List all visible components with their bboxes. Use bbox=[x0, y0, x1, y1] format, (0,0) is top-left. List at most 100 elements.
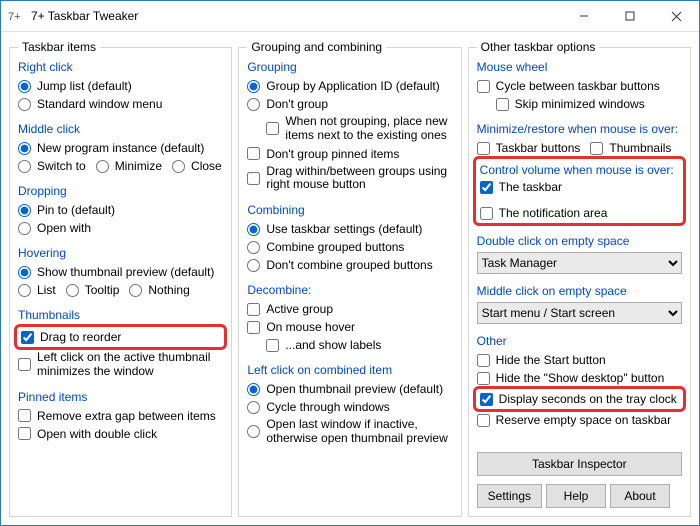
open-last-window-radio[interactable] bbox=[247, 425, 260, 438]
thumbnails-checkbox[interactable] bbox=[590, 142, 603, 155]
cycle-taskbar-buttons-text: Cycle between taskbar buttons bbox=[496, 79, 660, 93]
help-button[interactable]: Help bbox=[546, 484, 606, 508]
drag-reorder-text: Drag to reorder bbox=[40, 330, 121, 344]
use-taskbar-settings-radio[interactable] bbox=[247, 223, 260, 236]
decombine-label: Decombine: bbox=[247, 283, 452, 297]
other-label: Other bbox=[477, 334, 682, 348]
middle-click-minimize-radio[interactable] bbox=[96, 160, 109, 173]
settings-button[interactable]: Settings bbox=[477, 484, 542, 508]
active-group-text: Active group bbox=[266, 302, 333, 316]
control-volume-highlight: Control volume when mouse is over: The t… bbox=[473, 156, 686, 226]
content-area: Taskbar items Right click Jump list (def… bbox=[1, 32, 699, 525]
combine-grouped-radio[interactable] bbox=[247, 241, 260, 254]
other-taskbar-options-group: Other taskbar options Mouse wheel Cycle … bbox=[468, 40, 691, 517]
hide-show-desktop-checkbox[interactable] bbox=[477, 372, 490, 385]
open-double-click-text: Open with double click bbox=[37, 427, 157, 441]
left-click-active-thumb-checkbox[interactable] bbox=[18, 358, 31, 371]
open-last-window-text: Open last window if inactive, otherwise … bbox=[266, 418, 452, 446]
thumbnails-text: Thumbnails bbox=[609, 141, 671, 155]
grouping-combining-legend: Grouping and combining bbox=[247, 40, 386, 54]
group-by-app-id-text: Group by Application ID (default) bbox=[266, 79, 439, 93]
hovering-nothing-text: Nothing bbox=[148, 283, 189, 297]
use-taskbar-settings-text: Use taskbar settings (default) bbox=[266, 222, 422, 236]
dont-group-radio[interactable] bbox=[247, 98, 260, 111]
hovering-list-radio[interactable] bbox=[18, 284, 31, 297]
taskbar-items-legend: Taskbar items bbox=[18, 40, 100, 54]
remove-extra-gap-checkbox[interactable] bbox=[18, 409, 31, 422]
hovering-nothing-radio[interactable] bbox=[129, 284, 142, 297]
mouse-wheel-label: Mouse wheel bbox=[477, 60, 682, 74]
hovering-tooltip-radio[interactable] bbox=[66, 284, 79, 297]
grouping-combining-group: Grouping and combining Grouping Group by… bbox=[238, 40, 461, 517]
group-by-app-id-radio[interactable] bbox=[247, 80, 260, 93]
notification-area-checkbox[interactable] bbox=[480, 207, 493, 220]
skip-minimized-text: Skip minimized windows bbox=[515, 97, 645, 111]
hide-start-checkbox[interactable] bbox=[477, 354, 490, 367]
dont-combine-grouped-text: Don't combine grouped buttons bbox=[266, 258, 432, 272]
right-click-standard-menu-radio[interactable] bbox=[18, 98, 31, 111]
minimize-button[interactable] bbox=[561, 1, 607, 31]
about-button[interactable]: About bbox=[610, 484, 670, 508]
dont-group-pinned-text: Don't group pinned items bbox=[266, 147, 399, 161]
middle-click-switch-to-radio[interactable] bbox=[18, 160, 31, 173]
middle-click-close-radio[interactable] bbox=[172, 160, 185, 173]
dont-combine-grouped-radio[interactable] bbox=[247, 259, 260, 272]
drag-rmb-checkbox[interactable] bbox=[247, 172, 260, 185]
double-click-empty-select[interactable]: Task Manager bbox=[477, 252, 682, 274]
right-click-standard-menu-text: Standard window menu bbox=[37, 97, 162, 111]
dropping-pin-to-radio[interactable] bbox=[18, 204, 31, 217]
open-double-click-checkbox[interactable] bbox=[18, 427, 31, 440]
hide-start-text: Hide the Start button bbox=[496, 353, 606, 367]
and-show-labels-text: ...and show labels bbox=[285, 338, 381, 352]
drag-reorder-checkbox[interactable] bbox=[21, 331, 34, 344]
left-click-active-thumb-text: Left click on the active thumbnail minim… bbox=[37, 351, 223, 379]
maximize-button[interactable] bbox=[607, 1, 653, 31]
double-click-empty-label: Double click on empty space bbox=[477, 234, 682, 248]
active-group-checkbox[interactable] bbox=[247, 303, 260, 316]
middle-click-empty-select[interactable]: Start menu / Start screen bbox=[477, 302, 682, 324]
notification-area-text: The notification area bbox=[499, 206, 608, 220]
taskbar-buttons-checkbox[interactable] bbox=[477, 142, 490, 155]
and-show-labels-checkbox[interactable] bbox=[266, 339, 279, 352]
skip-minimized-checkbox[interactable] bbox=[496, 98, 509, 111]
display-seconds-checkbox[interactable] bbox=[480, 393, 493, 406]
dropping-open-with-radio[interactable] bbox=[18, 222, 31, 235]
window-title: 7+ Taskbar Tweaker bbox=[31, 9, 561, 23]
min-restore-label: Minimize/restore when mouse is over: bbox=[477, 122, 682, 136]
on-mouse-hover-checkbox[interactable] bbox=[247, 321, 260, 334]
left-click-combined-label: Left click on combined item bbox=[247, 363, 452, 377]
open-thumb-preview-radio[interactable] bbox=[247, 383, 260, 396]
place-next-text: When not grouping, place new items next … bbox=[285, 115, 452, 143]
drag-reorder-highlight: Drag to reorder bbox=[14, 324, 227, 350]
middle-click-new-instance-text: New program instance (default) bbox=[37, 141, 204, 155]
dropping-open-with-text: Open with bbox=[37, 221, 91, 235]
the-taskbar-text: The taskbar bbox=[499, 180, 562, 194]
hide-show-desktop-text: Hide the "Show desktop" button bbox=[496, 371, 665, 385]
taskbar-items-group: Taskbar items Right click Jump list (def… bbox=[9, 40, 232, 517]
thumbnails-label: Thumbnails bbox=[18, 308, 223, 322]
right-click-jump-list-text: Jump list (default) bbox=[37, 79, 132, 93]
taskbar-inspector-button[interactable]: Taskbar Inspector bbox=[477, 452, 682, 476]
drag-rmb-text: Drag within/between groups using right m… bbox=[266, 165, 452, 193]
dropping-pin-to-text: Pin to (default) bbox=[37, 203, 115, 217]
reserve-empty-text: Reserve empty space on taskbar bbox=[496, 413, 671, 427]
hovering-show-thumb-radio[interactable] bbox=[18, 266, 31, 279]
other-taskbar-options-legend: Other taskbar options bbox=[477, 40, 600, 54]
window-controls bbox=[561, 1, 699, 31]
display-seconds-highlight: Display seconds on the tray clock bbox=[473, 386, 686, 412]
dropping-label: Dropping bbox=[18, 184, 223, 198]
hovering-show-thumb-text: Show thumbnail preview (default) bbox=[37, 265, 214, 279]
the-taskbar-checkbox[interactable] bbox=[480, 181, 493, 194]
right-click-jump-list-radio[interactable] bbox=[18, 80, 31, 93]
open-thumb-preview-text: Open thumbnail preview (default) bbox=[266, 382, 443, 396]
place-next-checkbox[interactable] bbox=[266, 122, 279, 135]
cycle-taskbar-buttons-checkbox[interactable] bbox=[477, 80, 490, 93]
middle-click-minimize-text: Minimize bbox=[115, 159, 162, 173]
taskbar-buttons-text: Taskbar buttons bbox=[496, 141, 581, 155]
reserve-empty-checkbox[interactable] bbox=[477, 414, 490, 427]
cycle-through-windows-radio[interactable] bbox=[247, 401, 260, 414]
middle-click-close-text: Close bbox=[191, 159, 222, 173]
dont-group-pinned-checkbox[interactable] bbox=[247, 147, 260, 160]
close-button[interactable] bbox=[653, 1, 699, 31]
middle-click-new-instance-radio[interactable] bbox=[18, 142, 31, 155]
